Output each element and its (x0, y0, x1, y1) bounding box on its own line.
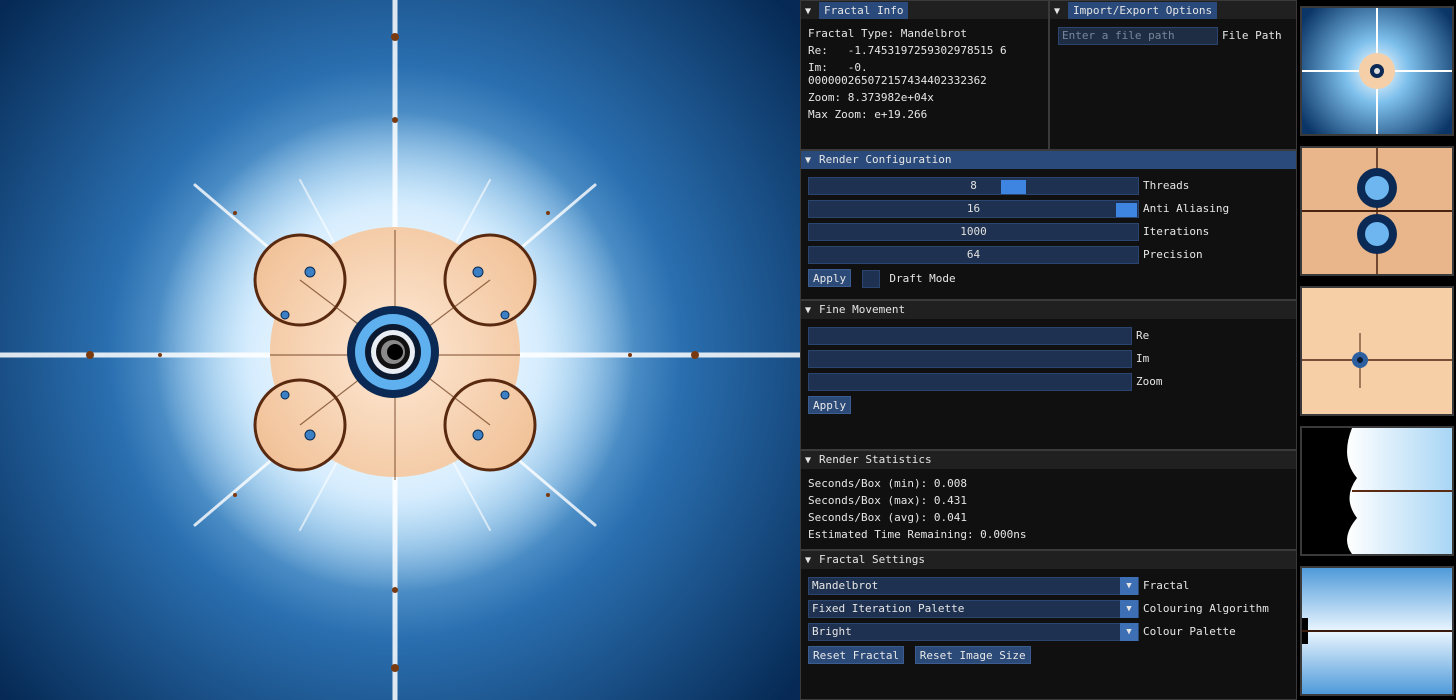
dropdown-arrow-icon[interactable]: ▼ (1120, 623, 1138, 641)
threads-value: 8 (970, 179, 977, 192)
collapse-triangle-icon[interactable]: ▼ (805, 552, 815, 570)
render-stats-title: Render Statistics (819, 453, 932, 466)
fine-movement-title: Fine Movement (819, 303, 906, 316)
colouring-algorithm-select[interactable]: Fixed Iteration Palette ▼ (808, 600, 1139, 618)
render-stats-panel: ▼ Render Statistics Seconds/Box (min): 0.… (800, 450, 1297, 550)
colour-palette-label: Colour Palette (1143, 625, 1236, 638)
fractal-canvas[interactable] (0, 0, 800, 700)
im-text-cont: 000000265072157434402332362 (808, 74, 987, 87)
fractal-select-value: Mandelbrot (812, 579, 879, 592)
thumbnail-4[interactable] (1300, 426, 1454, 556)
iterations-label: Iterations (1143, 225, 1210, 238)
precision-label: Precision (1143, 248, 1203, 261)
fractal-settings-title: Fractal Settings (819, 553, 925, 566)
collapse-triangle-icon[interactable]: ▼ (805, 3, 815, 21)
iterations-field[interactable]: 1000 (808, 223, 1139, 241)
threads-slider[interactable]: 8 (808, 177, 1139, 195)
collapse-triangle-icon[interactable]: ▼ (805, 152, 815, 170)
anti-aliasing-label: Anti Aliasing (1143, 202, 1230, 215)
colouring-select-value: Fixed Iteration Palette (812, 602, 965, 615)
draft-mode-checkbox[interactable] (861, 270, 880, 288)
reset-fractal-button[interactable]: Reset Fractal (808, 646, 905, 664)
render-apply-button[interactable]: Apply (808, 269, 852, 287)
fractal-info-titlebar[interactable]: ▼ Fractal Info (801, 1, 1048, 19)
fractal-settings-titlebar[interactable]: ▼ Fractal Settings (801, 551, 1296, 569)
dropdown-arrow-icon[interactable]: ▼ (1120, 600, 1138, 618)
fractal-settings-panel: ▼ Fractal Settings Mandelbrot ▼ Fractal Fi… (800, 550, 1297, 700)
im-label: Im (1136, 352, 1150, 365)
dropdown-arrow-icon[interactable]: ▼ (1120, 577, 1138, 595)
file-path-input[interactable]: Enter a file path (1058, 27, 1218, 45)
collapse-triangle-icon[interactable]: ▼ (805, 452, 815, 470)
re-label: Re (1136, 329, 1150, 342)
precision-field[interactable]: 64 (808, 246, 1139, 264)
threads-slider-grab[interactable] (1001, 180, 1026, 194)
max-zoom-text: Max Zoom: e+19.266 (808, 108, 928, 121)
file-path-label: File Path (1222, 29, 1282, 42)
render-stats-titlebar[interactable]: ▼ Render Statistics (801, 451, 1296, 469)
thumbnail-5[interactable] (1300, 566, 1454, 696)
render-config-title: Render Configuration (819, 153, 952, 166)
render-config-panel: ▼ Render Configuration 8 Threads 16 Anti … (800, 150, 1297, 300)
draft-mode-label: Draft Mode (889, 272, 956, 285)
zoom-input[interactable] (808, 373, 1132, 391)
fine-movement-titlebar[interactable]: ▼ Fine Movement (801, 301, 1296, 319)
re-text: Re: -1.7453197259302978515 6 (808, 44, 1007, 57)
render-config-titlebar[interactable]: ▼ Render Configuration (801, 151, 1296, 169)
colour-palette-select[interactable]: Bright ▼ (808, 623, 1139, 641)
reset-image-size-button[interactable]: Reset Image Size (914, 646, 1031, 664)
seconds-box-avg: Seconds/Box (avg): 0.041 (808, 511, 967, 524)
time-remaining: Estimated Time Remaining: 0.000ns (808, 528, 1027, 541)
fine-movement-panel: ▼ Fine Movement Re Im Zoom Apply (800, 300, 1297, 450)
thumbnail-1[interactable] (1300, 6, 1454, 136)
thumbnail-3[interactable] (1300, 286, 1454, 416)
seconds-box-max: Seconds/Box (max): 0.431 (808, 494, 967, 507)
fractal-info-title[interactable]: Fractal Info (819, 2, 909, 19)
colouring-algorithm-label: Colouring Algorithm (1143, 602, 1269, 615)
threads-label: Threads (1143, 179, 1190, 192)
anti-aliasing-slider[interactable]: 16 (808, 200, 1139, 218)
collapse-triangle-icon[interactable]: ▼ (805, 302, 815, 320)
fractal-select[interactable]: Mandelbrot ▼ (808, 577, 1139, 595)
seconds-box-min: Seconds/Box (min): 0.008 (808, 477, 967, 490)
im-input[interactable] (808, 350, 1132, 368)
movement-apply-button[interactable]: Apply (808, 396, 852, 414)
anti-aliasing-value: 16 (966, 202, 981, 215)
import-export-titlebar[interactable]: ▼ Import/Export Options (1050, 1, 1296, 19)
thumbnail-2[interactable] (1300, 146, 1454, 276)
palette-select-value: Bright (812, 625, 852, 638)
fractal-type-text: Fractal Type: Mandelbrot (808, 27, 967, 40)
fractal-info-panel: ▼ Fractal Info Fractal Type: Mandelbrot R… (800, 0, 1049, 150)
fractal-center (347, 306, 439, 398)
import-export-title[interactable]: Import/Export Options (1068, 2, 1218, 19)
import-export-panel: ▼ Import/Export Options Enter a file path… (1049, 0, 1297, 150)
zoom-label: Zoom (1136, 375, 1163, 388)
anti-aliasing-slider-grab[interactable] (1116, 203, 1137, 217)
zoom-text: Zoom: 8.373982e+04x (808, 91, 934, 104)
re-input[interactable] (808, 327, 1132, 345)
fractal-label: Fractal (1143, 579, 1190, 592)
